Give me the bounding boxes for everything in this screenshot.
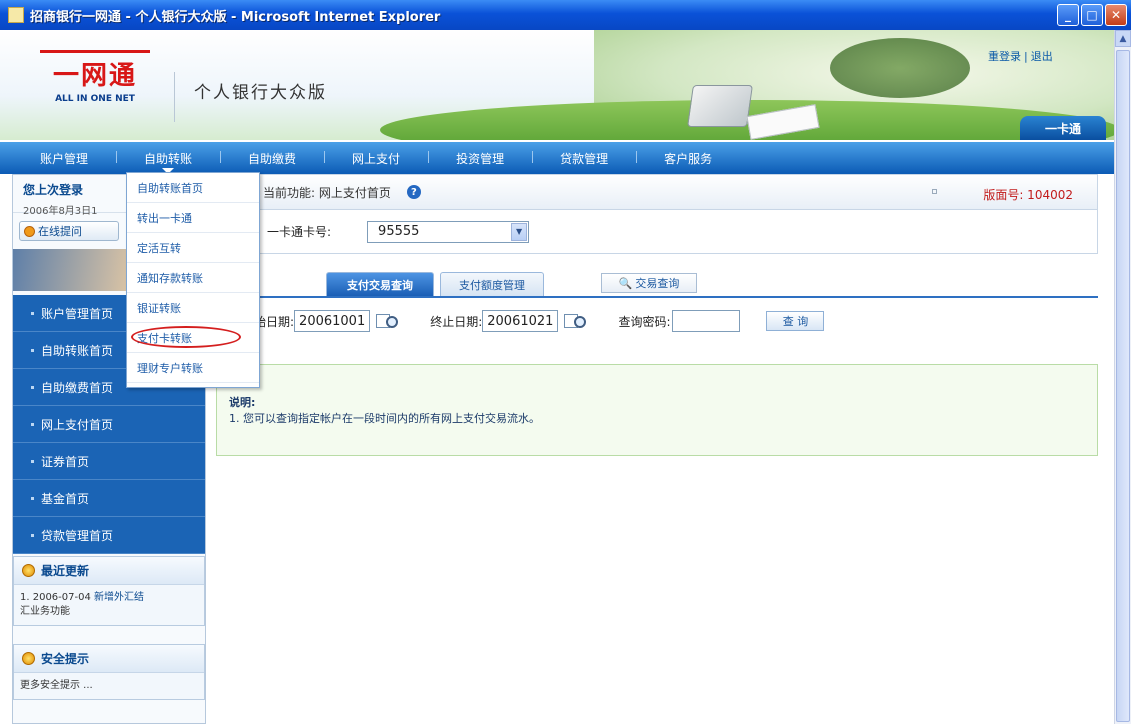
minimize-button[interactable]: _ [1057, 4, 1079, 26]
query-form: 始日期: 20061001 终止日期: 20061021 查询密码: 查 询 [216, 304, 1098, 338]
card-number-value: 95555 [378, 224, 420, 239]
tab-strip: 支付交易查询 支付额度管理 🔍 交易查询 [216, 272, 1098, 298]
dropdown-item-payment-card[interactable]: 支付卡转账 [127, 323, 259, 353]
dropdown-item-notice-deposit[interactable]: 通知存款转账 [127, 263, 259, 293]
card-number-select[interactable]: 95555 ▼ [367, 220, 530, 243]
instructions-title: 说明: [229, 396, 256, 409]
dropdown-item-fixed-current[interactable]: 定活互转 [127, 233, 259, 263]
tab-limit-management[interactable]: 支付额度管理 [440, 272, 544, 296]
card-number-row: 一卡通卡号: 95555 ▼ [216, 210, 1098, 254]
window-title: 招商银行一网通 - 个人银行大众版 - Microsoft Internet E… [30, 9, 441, 25]
nav-account-management[interactable]: 账户管理 [0, 150, 116, 167]
instructions-box: 说明: 1. 您可以查询指定帐户在一段时间内的所有网上支付交易流水。 [216, 364, 1098, 456]
nav-investment[interactable]: 投资管理 [428, 150, 532, 167]
square-marker-icon [932, 189, 937, 194]
end-date-label: 终止日期: [430, 314, 483, 329]
update-new-text: 新增外汇结 [94, 592, 145, 603]
end-date-input[interactable]: 20061021 [482, 310, 559, 332]
header-divider [174, 72, 175, 122]
ie-page-icon [8, 7, 24, 23]
dropdown-item-bank-securities[interactable]: 银证转账 [127, 293, 259, 323]
query-password-label: 查询密码: [618, 314, 671, 329]
logo-main-text: 一网通 [40, 50, 150, 92]
query-button[interactable]: 查 询 [766, 311, 825, 331]
vertical-scrollbar[interactable]: ▲ [1114, 30, 1131, 724]
window-titlebar: 招商银行一网通 - 个人银行大众版 - Microsoft Internet E… [0, 0, 1131, 30]
trade-query-button[interactable]: 🔍 交易查询 [601, 273, 697, 293]
main-content: 当前功能: 网上支付首页 ? 版面号: 104002 一卡通卡号: 95555 … [216, 174, 1098, 724]
calendar-search-icon[interactable] [376, 312, 402, 330]
dropdown-item-transfer-home[interactable]: 自助转账首页 [127, 173, 259, 203]
nav-loan[interactable]: 贷款管理 [532, 150, 636, 167]
left-menu-fund-home[interactable]: 基金首页 [13, 480, 205, 517]
bulb-icon [22, 564, 35, 577]
left-menu-online-pay-home[interactable]: 网上支付首页 [13, 406, 205, 443]
bulb-icon [22, 652, 35, 665]
calendar-search-icon[interactable] [564, 312, 590, 330]
start-date-input[interactable]: 20061001 [294, 310, 371, 332]
instructions-text: 1. 您可以查询指定帐户在一段时间内的所有网上支付交易流水。 [229, 412, 540, 425]
help-icon[interactable]: ? [406, 185, 421, 199]
top-links: 重登录 | 退出 [988, 50, 1053, 63]
online-question-button[interactable]: 在线提问 [19, 221, 119, 241]
page-banner: 一网通 ALL IN ONE NET 个人银行大众版 重登录 | 退出 一卡通 [0, 30, 1114, 140]
update-rest-text: 汇业务功能 [20, 606, 70, 617]
dropdown-item-out-card[interactable]: 转出一卡通 [127, 203, 259, 233]
banner-laptop-image [687, 85, 753, 127]
scrollbar-thumb[interactable] [1116, 50, 1130, 722]
nav-online-payment[interactable]: 网上支付 [324, 150, 428, 167]
more-safety-tips-link[interactable]: 更多安全提示 ... [14, 673, 204, 699]
card-number-label: 一卡通卡号: [267, 225, 332, 239]
main-nav: 账户管理 自助转账 自助缴费 网上支付 投资管理 贷款管理 客户服务 [0, 142, 1114, 174]
breadcrumb-bar: 当前功能: 网上支付首页 ? 版面号: 104002 [216, 174, 1098, 210]
site-slogan: 个人银行大众版 [194, 83, 327, 103]
search-icon: 🔍 [618, 276, 633, 290]
nav-customer-service[interactable]: 客户服务 [636, 150, 740, 167]
highlight-ellipse [131, 326, 241, 348]
tab-payment-query[interactable]: 支付交易查询 [326, 272, 434, 296]
page-number: 版面号: 104002 [983, 188, 1073, 202]
safety-tips-title: 安全提示 [41, 652, 90, 666]
maximize-button[interactable]: □ [1081, 4, 1103, 26]
left-menu-securities-home[interactable]: 证券首页 [13, 443, 205, 480]
logo-sub-text: ALL IN ONE NET [55, 94, 135, 104]
card-tab[interactable]: 一卡通 [1020, 116, 1106, 140]
nav-self-payment[interactable]: 自助缴费 [220, 150, 324, 167]
safety-tips-header: 安全提示 [14, 645, 204, 673]
chat-icon [24, 225, 35, 237]
trade-query-label: 交易查询 [635, 277, 680, 290]
self-transfer-dropdown: 自助转账首页 转出一卡通 定活互转 通知存款转账 银证转账 支付卡转账 理财专户… [126, 172, 260, 388]
dropdown-item-finance-account[interactable]: 理财专户转账 [127, 353, 259, 383]
relogin-link[interactable]: 重登录 [988, 50, 1021, 63]
recent-updates-box: 最近更新 1. 2006-07-04 新增外汇结 汇业务功能 [13, 556, 205, 626]
scroll-up-arrow-icon[interactable]: ▲ [1115, 30, 1131, 47]
nav-self-transfer[interactable]: 自助转账 [116, 150, 220, 174]
recent-updates-title: 最近更新 [41, 564, 90, 578]
update-date: 1. 2006-07-04 [20, 592, 91, 603]
query-password-input[interactable] [672, 310, 741, 332]
left-menu-loan-home[interactable]: 贷款管理首页 [13, 517, 205, 554]
chevron-down-icon[interactable]: ▼ [511, 222, 528, 241]
recent-updates-body[interactable]: 1. 2006-07-04 新增外汇结 汇业务功能 [14, 585, 204, 625]
banner-tree-image [830, 38, 970, 98]
safety-tips-box: 安全提示 更多安全提示 ... [13, 644, 205, 700]
start-date-label: 始日期: [254, 314, 295, 329]
close-button[interactable]: ✕ [1105, 4, 1127, 26]
bank-logo[interactable]: 一网通 ALL IN ONE NET [40, 50, 160, 120]
logout-link[interactable]: 退出 [1031, 50, 1053, 63]
breadcrumb: 当前功能: 网上支付首页 [263, 185, 391, 200]
recent-updates-header: 最近更新 [14, 557, 204, 585]
online-question-label: 在线提问 [38, 225, 82, 238]
